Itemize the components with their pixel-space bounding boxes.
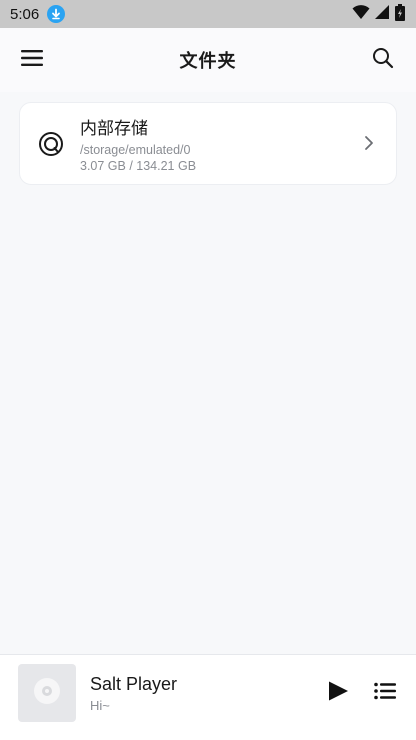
status-bar: 5:06 xyxy=(0,0,416,28)
menu-button[interactable] xyxy=(12,40,52,80)
search-button[interactable] xyxy=(363,40,403,80)
storage-card-internal[interactable]: 内部存储 /storage/emulated/0 3.07 GB / 134.2… xyxy=(19,102,397,185)
page-title: 文件夹 xyxy=(179,51,237,72)
cell-signal-icon xyxy=(374,4,390,24)
play-button[interactable] xyxy=(324,679,352,707)
mini-player[interactable]: Salt Player Hi~ xyxy=(0,654,416,740)
playlist-icon xyxy=(374,682,396,704)
download-arrow-icon xyxy=(47,5,66,23)
hamburger-menu-icon xyxy=(21,49,43,71)
track-title: Salt Player xyxy=(90,674,178,694)
playlist-button[interactable] xyxy=(371,679,399,707)
search-icon xyxy=(372,47,394,73)
storage-name: 内部存储 xyxy=(80,118,148,139)
status-time: 5:06 xyxy=(10,5,40,23)
storage-usage: 3.07 GB / 134.21 GB xyxy=(80,158,197,173)
storage-path: /storage/emulated/0 xyxy=(80,142,191,157)
play-icon xyxy=(327,680,349,706)
wifi-icon xyxy=(352,4,370,24)
storage-disk-icon xyxy=(38,131,64,157)
battery-icon xyxy=(394,3,406,25)
disc-icon xyxy=(33,677,61,709)
album-cover[interactable] xyxy=(18,664,76,722)
track-subtitle: Hi~ xyxy=(90,698,110,713)
app-bar: 文件夹 xyxy=(0,28,416,92)
chevron-right-icon xyxy=(364,135,374,155)
